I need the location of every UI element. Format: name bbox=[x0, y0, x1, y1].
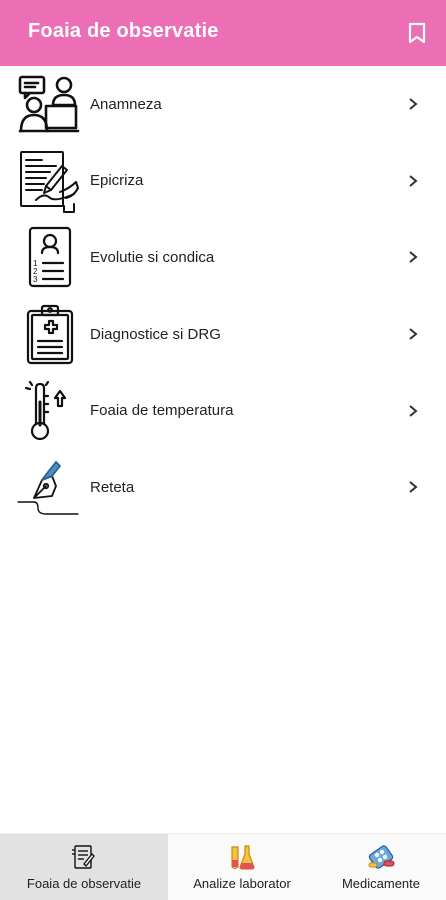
chevron-right-icon bbox=[409, 404, 418, 417]
svg-text:3: 3 bbox=[33, 275, 38, 284]
menu-item-label: Anamneza bbox=[90, 95, 162, 113]
lab-flasks-icon bbox=[231, 845, 255, 870]
menu-item-evolutie-si-condica[interactable]: 1 2 3 Evolutie si condica bbox=[0, 219, 446, 296]
doctor-patient-consult-icon bbox=[16, 71, 82, 137]
menu-item-label: Foaia de temperatura bbox=[90, 402, 234, 420]
menu-item-epicriza[interactable]: Epicriza bbox=[0, 143, 446, 220]
tab-foaia-de-observatie[interactable]: Foaia de observatie bbox=[0, 834, 168, 900]
observation-sheet-icon bbox=[72, 845, 95, 869]
bookmark-icon bbox=[408, 22, 426, 44]
medicine-pills-icon bbox=[368, 845, 395, 869]
tab-medicamente[interactable]: Medicamente bbox=[316, 834, 446, 900]
medical-clipboard-icon bbox=[16, 301, 82, 367]
thermometer-icon bbox=[16, 378, 82, 444]
menu-item-anamneza[interactable]: Anamneza bbox=[0, 66, 446, 143]
menu-item-diagnostice-si-drg[interactable]: Diagnostice si DRG bbox=[0, 296, 446, 373]
menu-item-label: Diagnostice si DRG bbox=[90, 325, 221, 343]
document-sign-icon bbox=[16, 148, 82, 214]
tab-label: Medicamente bbox=[341, 876, 421, 891]
menu-item-label: Epicriza bbox=[90, 172, 144, 190]
chevron-right-icon bbox=[409, 175, 418, 187]
menu-item-reteta[interactable]: Reteta bbox=[0, 449, 446, 526]
app-bar: Foaia de observatie bbox=[0, 0, 446, 66]
menu-item-foaia-de-temperatura[interactable]: Foaia de temperatura bbox=[0, 372, 446, 449]
tab-label: Analize laborator bbox=[193, 876, 291, 891]
menu-item-label: Reteta bbox=[90, 478, 135, 496]
bottom-navigation: Foaia de observatie Analize laborator Me… bbox=[0, 833, 446, 900]
numbered-checklist-icon: 1 2 3 bbox=[16, 224, 82, 290]
chevron-right-icon bbox=[409, 328, 418, 340]
menu-list: Anamneza Epicriza 1 2 3 Evolutie si cond… bbox=[0, 66, 446, 526]
fountain-pen-icon bbox=[16, 454, 82, 520]
tab-analize-laborator[interactable]: Analize laborator bbox=[168, 834, 316, 900]
bookmark-button[interactable] bbox=[402, 18, 432, 48]
tab-label: Foaia de observatie bbox=[26, 876, 142, 891]
menu-item-label: Evolutie si condica bbox=[90, 248, 215, 266]
chevron-right-icon bbox=[409, 251, 418, 264]
chevron-right-icon bbox=[409, 481, 418, 494]
chevron-right-icon bbox=[409, 98, 418, 111]
page-title: Foaia de observatie bbox=[28, 20, 219, 42]
